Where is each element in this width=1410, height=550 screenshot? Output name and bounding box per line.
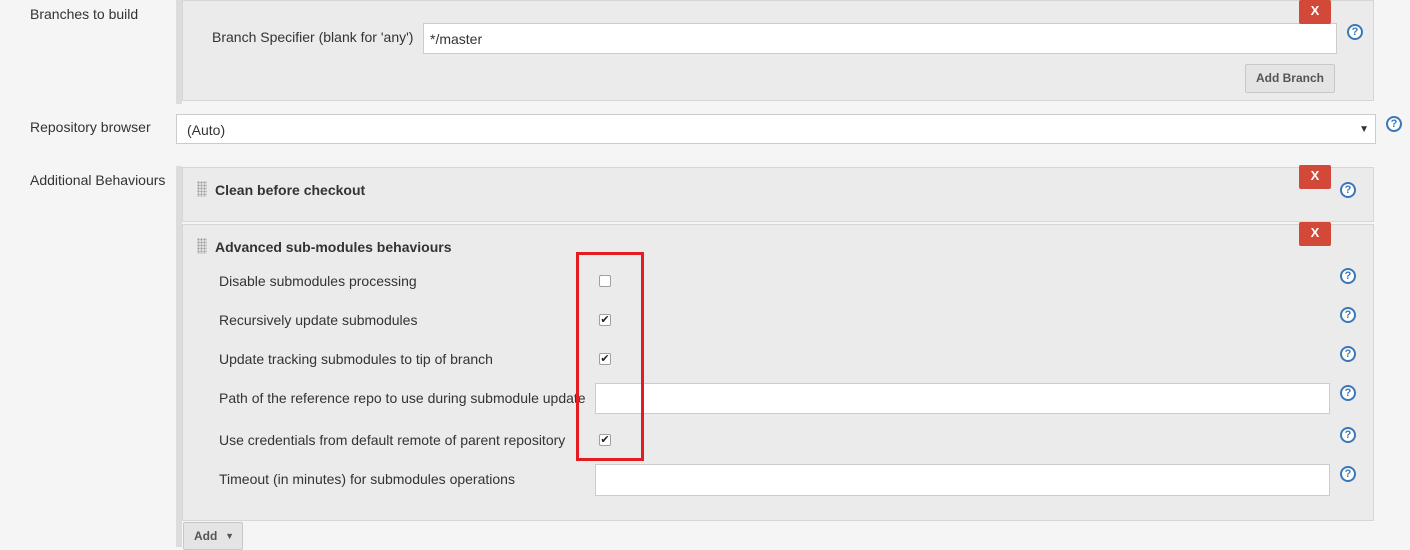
drag-handle-icon[interactable] — [197, 181, 207, 197]
additional-behaviours-label: Additional Behaviours — [30, 172, 166, 188]
disable-submodules-label: Disable submodules processing — [219, 273, 417, 289]
submodules-title: Advanced sub-modules behaviours — [215, 239, 452, 255]
use-credentials-label: Use credentials from default remote of p… — [219, 432, 566, 448]
reference-repo-label: Path of the reference repo to use during… — [219, 390, 586, 406]
delete-clean-button[interactable]: X — [1299, 165, 1331, 189]
delete-branch-button[interactable]: X — [1299, 0, 1331, 24]
reference-repo-input[interactable] — [595, 383, 1330, 414]
highlight-box — [576, 252, 644, 461]
help-icon[interactable]: ? — [1386, 116, 1402, 132]
help-icon[interactable]: ? — [1340, 427, 1356, 443]
repo-browser-select[interactable]: (Auto) ▼ — [176, 114, 1376, 144]
repo-browser-label: Repository browser — [30, 119, 151, 135]
add-branch-button[interactable]: Add Branch — [1245, 64, 1335, 93]
timeout-label: Timeout (in minutes) for submodules oper… — [219, 471, 515, 487]
add-behaviour-label: Add — [194, 529, 218, 543]
repo-browser-selected: (Auto) — [187, 122, 226, 138]
drag-handle-icon[interactable] — [197, 238, 207, 254]
delete-submodules-button[interactable]: X — [1299, 222, 1331, 246]
tracking-submodules-label: Update tracking submodules to tip of bra… — [219, 351, 493, 367]
add-behaviour-button[interactable]: Add ▼ — [183, 522, 243, 550]
timeout-input[interactable] — [595, 464, 1330, 496]
help-icon[interactable]: ? — [1340, 268, 1356, 284]
clean-before-checkout-title: Clean before checkout — [215, 182, 366, 198]
help-icon[interactable]: ? — [1347, 24, 1363, 40]
help-icon[interactable]: ? — [1340, 182, 1356, 198]
recursive-update-label: Recursively update submodules — [219, 312, 418, 328]
branch-specifier-label: Branch Specifier (blank for 'any') — [212, 29, 414, 45]
help-icon[interactable]: ? — [1340, 466, 1356, 482]
branches-label: Branches to build — [30, 6, 139, 22]
branch-specifier-input[interactable]: */master — [423, 23, 1337, 54]
chevron-down-icon: ▼ — [1359, 124, 1369, 135]
caret-down-icon: ▼ — [225, 531, 234, 541]
help-icon[interactable]: ? — [1340, 385, 1356, 401]
help-icon[interactable]: ? — [1340, 346, 1356, 362]
help-icon[interactable]: ? — [1340, 307, 1356, 323]
